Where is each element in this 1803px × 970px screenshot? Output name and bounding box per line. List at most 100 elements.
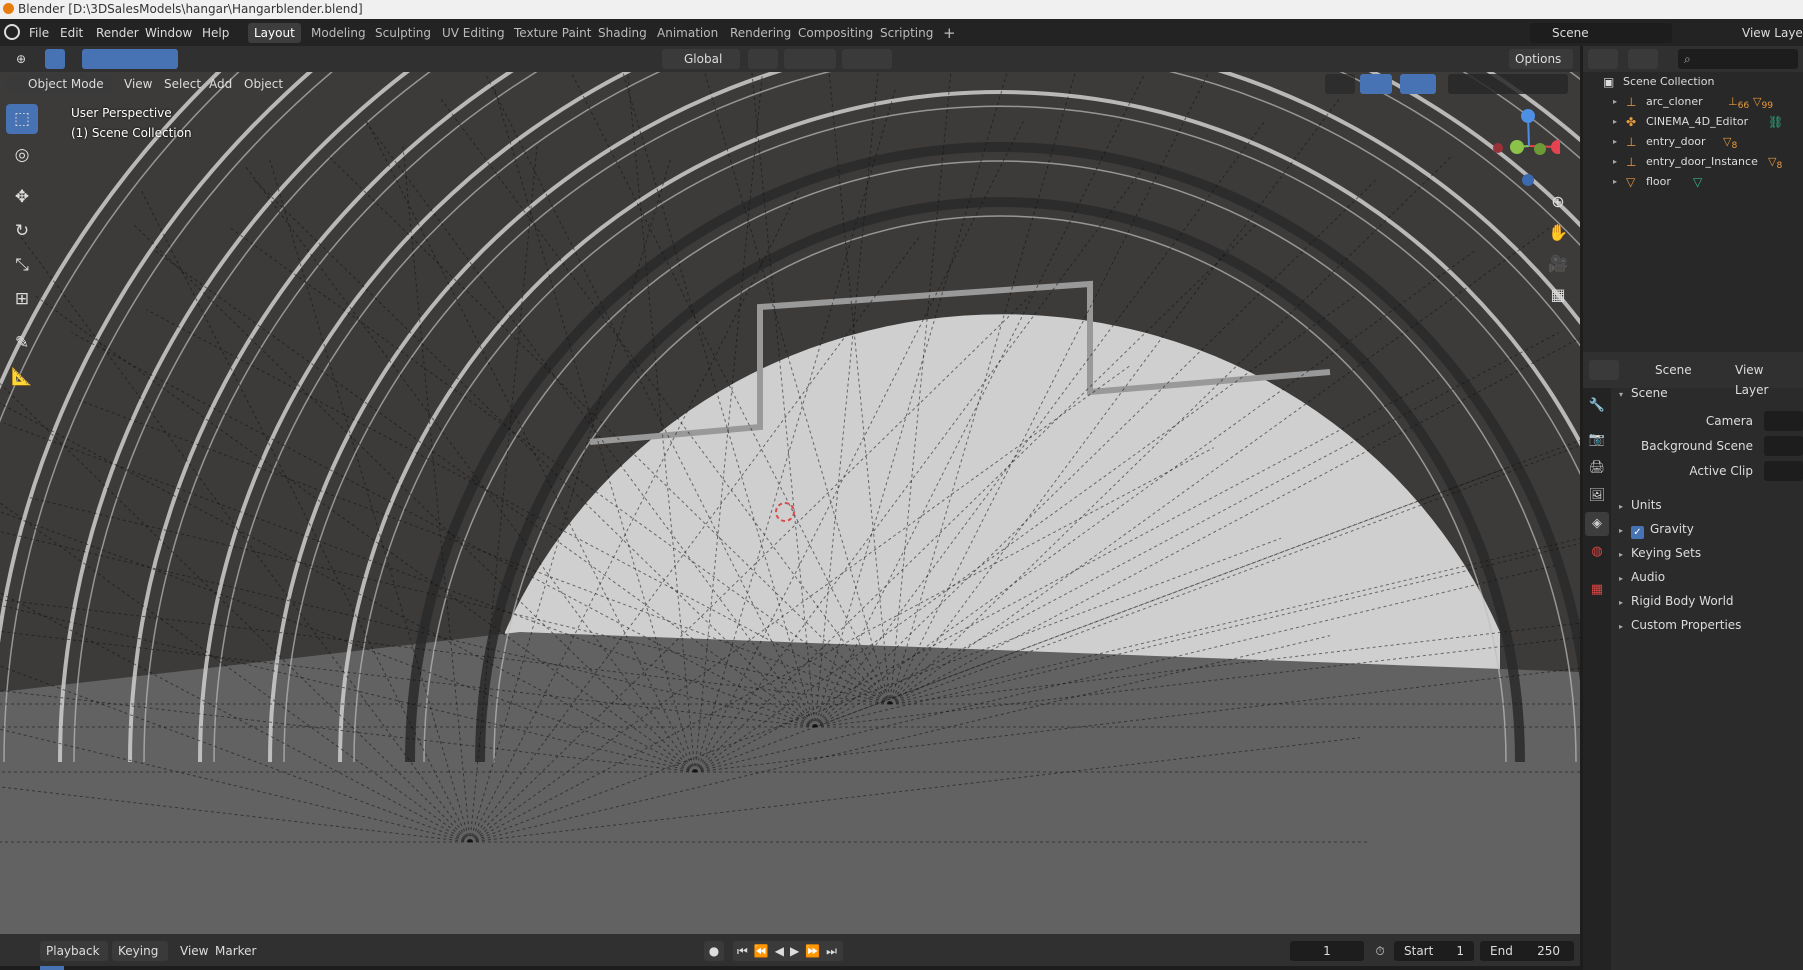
blender-logo-icon[interactable] (4, 24, 20, 40)
view-layer-tab-icon[interactable]: 🖼 (1585, 484, 1609, 508)
menu-edit[interactable]: Edit (56, 24, 87, 42)
transform-tool[interactable]: ⊞ (6, 284, 38, 314)
outliner-item[interactable]: ▸ ✤ CINEMA_4D_Editor ⛓ (1583, 112, 1803, 132)
measure-tool[interactable]: 📐 (6, 362, 38, 392)
scene-tab-icon[interactable]: ◈ (1585, 512, 1609, 536)
transform-orientation-dropdown[interactable]: Global (662, 49, 740, 69)
current-frame-field[interactable]: 1 (1290, 941, 1364, 961)
editor-type-icon[interactable]: ⊕ (6, 49, 36, 69)
menu-render[interactable]: Render (92, 24, 143, 42)
ortho-grid-icon[interactable]: ▦ (1545, 282, 1571, 308)
display-mode-icon[interactable] (1628, 49, 1658, 69)
selection-mode-group[interactable] (82, 49, 178, 69)
expand-arrow-icon[interactable]: ▸ (1613, 112, 1617, 132)
outliner-item[interactable]: ▸ ⊥ entry_door ▽8 (1583, 132, 1803, 152)
properties-editor-icon[interactable] (1589, 360, 1619, 380)
menu-file[interactable]: File (25, 24, 53, 42)
view-layer-selector[interactable]: View Laye (1720, 23, 1803, 43)
gizmo-neg-x[interactable] (1493, 143, 1503, 153)
timeline-editor-icon[interactable] (5, 941, 35, 961)
start-frame-field[interactable]: Start 1 (1394, 941, 1474, 961)
select-tool-icon[interactable] (45, 49, 65, 69)
move-tool[interactable]: ✥ (6, 182, 38, 212)
output-tab-icon[interactable]: 🖨 (1585, 456, 1609, 480)
menu-window[interactable]: Window (141, 24, 196, 42)
background-scene-field[interactable] (1764, 436, 1803, 456)
object-mode-dropdown[interactable]: Object Mode (6, 74, 112, 94)
visibility-icon[interactable] (1325, 74, 1355, 94)
gravity-panel-header[interactable]: ▸ ✓ Gravity (1619, 518, 1694, 540)
outliner-root[interactable]: ▣ Scene Collection (1583, 72, 1803, 92)
timeline-menu-marker[interactable]: Marker (209, 941, 262, 961)
gizmo-x-axis[interactable] (1551, 140, 1560, 154)
expand-arrow-icon[interactable]: ▸ (1613, 172, 1617, 192)
world-tab-icon[interactable]: ◍ (1585, 540, 1609, 564)
preview-range-icon[interactable]: ⏱ (1370, 941, 1390, 961)
tab-modeling[interactable]: Modeling (305, 23, 372, 43)
playback-dropdown[interactable]: Playback (40, 941, 108, 961)
tab-shading[interactable]: Shading (592, 23, 653, 43)
active-clip-field[interactable] (1764, 461, 1803, 481)
tab-sculpting[interactable]: Sculpting (369, 23, 437, 43)
keying-dropdown[interactable]: Keying (112, 941, 168, 961)
expand-arrow-icon[interactable]: ▸ (1613, 132, 1617, 152)
audio-panel-header[interactable]: ▸ Audio (1619, 566, 1665, 588)
tool-tab-icon[interactable]: 🔧 (1585, 394, 1609, 418)
camera-field[interactable] (1764, 411, 1803, 431)
menu-select[interactable]: Select (158, 74, 207, 94)
navigation-gizmo[interactable] (1490, 96, 1560, 186)
keying-sets-panel-header[interactable]: ▸ Keying Sets (1619, 542, 1701, 564)
tab-texture-paint[interactable]: Texture Paint (508, 23, 597, 43)
add-workspace-button[interactable]: + (937, 23, 962, 43)
3d-viewport[interactable]: User Perspective (1) Scene Collection (0, 72, 1580, 934)
rotate-tool[interactable]: ↻ (6, 216, 38, 246)
scene-selector[interactable]: Scene (1530, 23, 1672, 43)
record-icon[interactable]: ● (704, 941, 724, 961)
outliner-editor-icon[interactable] (1588, 49, 1618, 69)
annotate-tool[interactable]: ✎ (6, 328, 38, 358)
proportional-edit-icon[interactable] (842, 49, 892, 69)
tab-animation[interactable]: Animation (651, 23, 724, 43)
cursor-tool[interactable]: ◎ (6, 140, 38, 170)
menu-object[interactable]: Object (238, 74, 289, 94)
expand-arrow-icon[interactable]: ▸ (1613, 92, 1617, 112)
camera-view-icon[interactable]: 🎥 (1545, 251, 1571, 277)
playback-controls[interactable]: ⏮⏪◀▶⏩⏭ (733, 941, 843, 961)
outliner-item[interactable]: ▸ ⊥ arc_cloner ⊥66 ▽99 (1583, 92, 1803, 112)
scale-tool[interactable]: ⤡ (6, 250, 38, 280)
gizmo-neg-y[interactable] (1534, 143, 1546, 155)
tab-layout[interactable]: Layout (248, 23, 301, 43)
options-dropdown[interactable]: Options (1509, 49, 1573, 69)
tab-compositing[interactable]: Compositing (792, 23, 879, 43)
expand-arrow-icon[interactable]: ▸ (1613, 152, 1617, 172)
tab-rendering[interactable]: Rendering (724, 23, 797, 43)
gizmo-neg-z[interactable] (1522, 174, 1534, 186)
gizmo-toggle-icon[interactable] (1360, 74, 1392, 94)
pan-hand-icon[interactable]: ✋ (1545, 220, 1571, 246)
outliner-item[interactable]: ▸ ⊥ entry_door_Instance ▽8 (1583, 152, 1803, 172)
pivot-point-icon[interactable] (748, 49, 778, 69)
view-layer-tab[interactable]: View Layer (1713, 360, 1803, 397)
tab-scripting[interactable]: Scripting (874, 23, 939, 43)
outliner-item[interactable]: ▸ ▽ floor ▽ (1583, 172, 1803, 192)
shading-mode-group[interactable] (1448, 74, 1568, 94)
snap-icon[interactable] (784, 49, 836, 69)
menu-help[interactable]: Help (198, 24, 233, 42)
units-panel-header[interactable]: ▸ Units (1619, 494, 1662, 516)
menu-add[interactable]: Add (203, 74, 238, 94)
overlay-toggle-icon[interactable] (1400, 74, 1436, 94)
scene-panel-header[interactable]: ▾ Scene (1619, 382, 1668, 404)
menu-view[interactable]: View (118, 74, 158, 94)
end-frame-field[interactable]: End 250 (1480, 941, 1574, 961)
gizmo-y-axis[interactable] (1510, 140, 1524, 154)
scene-tab[interactable]: Scene (1633, 360, 1698, 380)
texture-tab-icon[interactable]: ▦ (1585, 578, 1609, 602)
custom-properties-panel-header[interactable]: ▸ Custom Properties (1619, 614, 1741, 636)
select-box-tool[interactable]: ⬚ (6, 104, 38, 134)
gizmo-z-axis[interactable] (1521, 109, 1535, 123)
gravity-checkbox[interactable]: ✓ (1631, 526, 1644, 539)
tab-uv-editing[interactable]: UV Editing (436, 23, 511, 43)
playhead-marker[interactable] (40, 966, 64, 970)
outliner-search-icon[interactable]: ⌕ (1678, 49, 1798, 69)
zoom-icon[interactable]: ⊕ (1545, 189, 1571, 215)
